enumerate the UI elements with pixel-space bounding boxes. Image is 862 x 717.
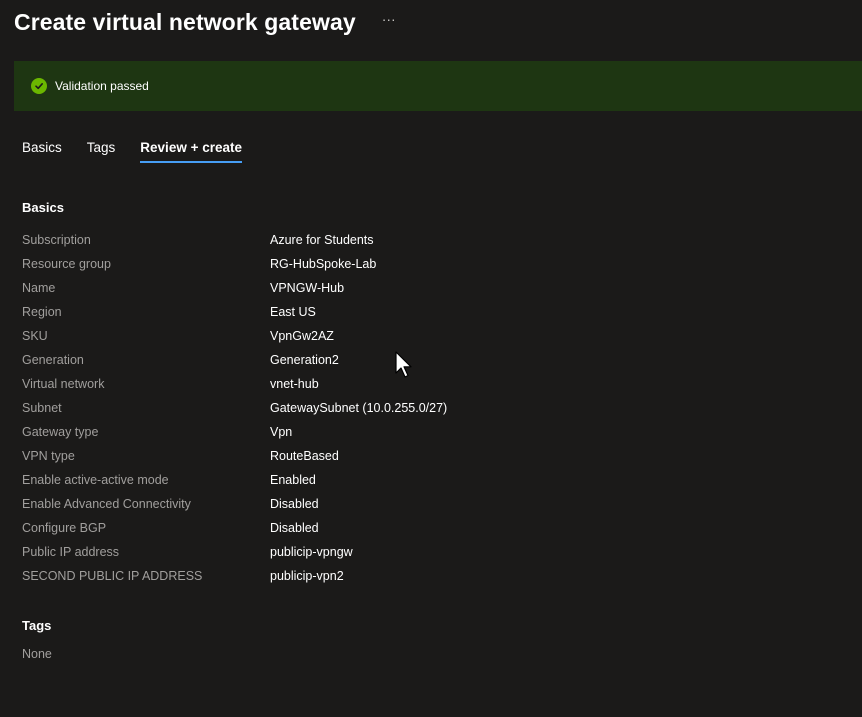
summary-row: Public IP address publicip-vpngw <box>22 540 447 564</box>
row-label: SECOND PUBLIC IP ADDRESS <box>22 569 203 583</box>
row-value: VpnGw2AZ <box>270 329 334 343</box>
tab-basics[interactable]: Basics <box>22 140 62 163</box>
summary-row: Gateway type Vpn <box>22 420 447 444</box>
summary-row: Subnet GatewaySubnet (10.0.255.0/27) <box>22 396 447 420</box>
row-value: East US <box>270 305 316 319</box>
row-label: Public IP address <box>22 545 120 559</box>
row-value: Disabled <box>270 497 319 511</box>
summary-row: Configure BGP Disabled <box>22 516 447 540</box>
mouse-pointer-icon <box>395 351 412 378</box>
row-label: Enable active-active mode <box>22 473 169 487</box>
row-value: Vpn <box>270 425 293 439</box>
summary-row: SECOND PUBLIC IP ADDRESS publicip-vpn2 <box>22 564 447 588</box>
row-value: publicip-vpn2 <box>270 569 344 583</box>
row-label: Region <box>22 305 62 319</box>
row-value: Azure for Students <box>270 233 374 247</box>
row-label: Enable Advanced Connectivity <box>22 497 191 511</box>
row-value: RouteBased <box>270 449 339 463</box>
summary-row: Enable Advanced Connectivity Disabled <box>22 492 447 516</box>
row-value: Generation2 <box>270 353 339 367</box>
row-label: Resource group <box>22 257 111 271</box>
tab-review-create[interactable]: Review + create <box>140 140 242 163</box>
summary-row: VPN type RouteBased <box>22 444 447 468</box>
row-value: GatewaySubnet (10.0.255.0/27) <box>270 401 448 415</box>
row-value: Disabled <box>270 521 319 535</box>
review-create-page: Create virtual network gateway ··· Valid… <box>0 0 862 717</box>
validation-message: Validation passed <box>55 79 149 93</box>
row-value: RG-HubSpoke-Lab <box>270 257 377 271</box>
summary-row: Subscription Azure for Students <box>22 228 447 252</box>
row-label: Generation <box>22 353 84 367</box>
row-value: publicip-vpngw <box>270 545 353 559</box>
row-label: Gateway type <box>22 425 99 439</box>
summary-row: Virtual network vnet-hub <box>22 372 447 396</box>
row-label: Name <box>22 281 56 295</box>
row-value: vnet-hub <box>270 377 319 391</box>
summary-row: SKU VpnGw2AZ <box>22 324 447 348</box>
summary-row: Enable active-active mode Enabled <box>22 468 447 492</box>
summary-row: Resource group RG-HubSpoke-Lab <box>22 252 447 276</box>
row-label: VPN type <box>22 449 75 463</box>
tab-tags[interactable]: Tags <box>87 140 116 163</box>
row-value: Enabled <box>270 473 316 487</box>
row-label: Subscription <box>22 233 91 247</box>
summary-row: Name VPNGW-Hub <box>22 276 447 300</box>
basics-section-heading: Basics <box>22 200 64 215</box>
row-label: Virtual network <box>22 377 105 391</box>
row-label: Configure BGP <box>22 521 107 535</box>
tab-bar: Basics Tags Review + create <box>22 140 267 163</box>
tags-section-heading: Tags <box>22 618 52 633</box>
title-row: Create virtual network gateway ··· <box>14 6 396 38</box>
basics-summary: Subscription Azure for Students Resource … <box>22 228 447 588</box>
row-label: Subnet <box>22 401 62 415</box>
row-label: SKU <box>22 329 48 343</box>
summary-row: Generation Generation2 <box>22 348 447 372</box>
summary-row: Region East US <box>22 300 447 324</box>
more-options-button[interactable]: ··· <box>382 11 396 27</box>
validation-banner: Validation passed <box>14 61 862 111</box>
page-title: Create virtual network gateway <box>14 8 356 35</box>
check-circle-icon <box>31 78 47 94</box>
tags-value: None <box>22 647 52 661</box>
row-value: VPNGW-Hub <box>270 281 345 295</box>
